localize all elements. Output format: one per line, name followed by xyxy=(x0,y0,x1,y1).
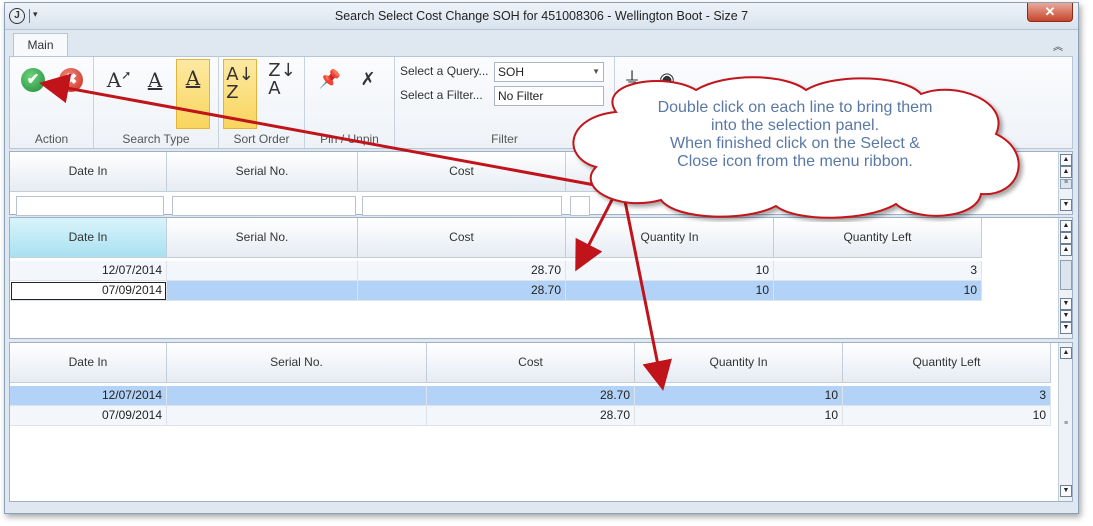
scroll-up-icon[interactable]: ▲ xyxy=(1060,166,1072,178)
font-arrow-right-icon: A➚ xyxy=(106,68,132,92)
unpin-icon: ✗ xyxy=(360,69,376,90)
cell-cost[interactable]: 28.70 xyxy=(358,281,566,301)
search-filter-cost[interactable] xyxy=(362,196,562,216)
search-grid-scrollbar[interactable]: ▲ ▲ ≡ ▼ xyxy=(1058,152,1072,214)
cell-cost[interactable]: 28.70 xyxy=(427,406,635,426)
close-icon: ✖ xyxy=(59,68,83,92)
window-close-button[interactable]: ✕ xyxy=(1027,3,1073,22)
font-underline-icon: A xyxy=(147,68,163,92)
scroll-bottom-icon[interactable]: ▼ xyxy=(1060,322,1072,334)
group-label-sort-order: Sort Order xyxy=(233,132,290,146)
cell-quantity-in[interactable]: 10 xyxy=(566,261,774,281)
cell-quantity-in[interactable]: 10 xyxy=(635,406,843,426)
scroll-thumb[interactable]: ≡ xyxy=(1060,179,1072,189)
scroll-page-up-icon[interactable]: ▲ xyxy=(1060,232,1072,244)
checkmark-icon: ✔ xyxy=(21,68,45,92)
cell-serial-no[interactable] xyxy=(167,386,427,406)
ribbon-group-search-type: A➚ A A Search Type xyxy=(94,57,219,148)
scroll-thumb[interactable]: ≡ xyxy=(1060,420,1072,429)
title-bar: J ▾ Search Select Cost Change SOH for 45… xyxy=(5,3,1078,30)
cell-quantity-left[interactable]: 10 xyxy=(774,281,982,301)
results-col-quantity-in[interactable]: Quantity In xyxy=(566,218,774,258)
pin-icon: 📌 xyxy=(318,69,342,90)
results-grid-scrollbar[interactable]: ▲ ▲ ▲ ▼ ▼ ▼ xyxy=(1058,218,1072,338)
unpin-button[interactable]: ✗ xyxy=(351,61,385,99)
results-grid: Date In Serial No. Cost Quantity In Quan… xyxy=(9,217,1073,339)
cell-cost[interactable]: 28.70 xyxy=(358,261,566,281)
scroll-page-down-icon[interactable]: ▼ xyxy=(1060,310,1072,322)
cell-date-in[interactable]: 07/09/2014 xyxy=(10,281,167,301)
selection-col-cost[interactable]: Cost xyxy=(427,343,635,383)
query-label: Select a Query... xyxy=(400,64,489,78)
search-col-serial-no[interactable]: Serial No. xyxy=(167,152,358,192)
sort-descending-button[interactable]: Z↓ A xyxy=(265,61,299,99)
cell-quantity-in[interactable]: 10 xyxy=(566,281,774,301)
scroll-top-icon[interactable]: ▲ xyxy=(1060,154,1072,166)
search-type-exact-button[interactable]: A xyxy=(176,59,210,129)
search-col-date-in[interactable]: Date In xyxy=(10,152,167,192)
scroll-down-icon[interactable]: ▼ xyxy=(1060,298,1072,310)
sort-ascending-button[interactable]: A↓ Z xyxy=(223,59,257,129)
group-label-pin-unpin: Pin / Unpin xyxy=(320,132,379,146)
cell-cost[interactable]: 28.70 xyxy=(427,386,635,406)
selection-col-quantity-left[interactable]: Quantity Left xyxy=(843,343,1051,383)
query-select-value: SOH xyxy=(498,65,525,79)
cell-serial-no[interactable] xyxy=(167,281,358,301)
selection-col-date-in[interactable]: Date In xyxy=(10,343,167,383)
instruction-line-2: into the selection panel. xyxy=(710,117,880,134)
cell-quantity-left[interactable]: 10 xyxy=(843,406,1051,426)
selection-grid: Date In Serial No. Cost Quantity In Quan… xyxy=(9,342,1073,502)
group-label-action: Action xyxy=(34,132,69,146)
group-label-search-type: Search Type xyxy=(122,132,190,146)
select-close-button[interactable]: ✔ xyxy=(16,61,50,99)
sort-az-icon: A↓ Z xyxy=(226,64,254,103)
scroll-down-icon[interactable]: ▼ xyxy=(1060,199,1072,211)
tab-main[interactable]: Main xyxy=(13,33,68,57)
sort-za-icon: Z↓ A xyxy=(268,60,296,99)
filter-select-value: No Filter xyxy=(498,89,544,103)
instruction-text: Double click on each line to bring them … xyxy=(590,99,1000,171)
results-col-cost[interactable]: Cost xyxy=(358,218,566,258)
scroll-down-icon[interactable]: ▼ xyxy=(1060,485,1072,497)
ribbon-collapse-icon[interactable]: ︽ xyxy=(1053,38,1063,53)
window-title: Search Select Cost Change SOH for 451008… xyxy=(334,9,749,23)
cell-quantity-left[interactable]: 3 xyxy=(843,386,1051,406)
search-col-cost[interactable]: Cost xyxy=(358,152,566,192)
ribbon-tab-row: Main ︽ xyxy=(5,30,1078,57)
search-filter-serial-no[interactable] xyxy=(172,196,356,216)
instruction-line-3: When finished click on the Select & xyxy=(670,135,920,152)
scroll-up-icon[interactable]: ▲ xyxy=(1060,244,1072,256)
ribbon-group-action: ✔ ✖ Action xyxy=(10,57,94,148)
results-col-date-in[interactable]: Date In xyxy=(10,218,167,258)
search-filter-date-in[interactable] xyxy=(16,196,164,216)
scroll-top-icon[interactable]: ▲ xyxy=(1060,220,1072,232)
results-col-serial-no[interactable]: Serial No. xyxy=(167,218,358,258)
ribbon-group-sort-order: A↓ Z Z↓ A Sort Order xyxy=(219,57,305,148)
cell-date-in[interactable]: 07/09/2014 xyxy=(10,406,167,426)
search-type-contains-button[interactable]: A xyxy=(138,61,172,99)
cell-serial-no[interactable] xyxy=(167,261,358,281)
font-arrows-icon: A xyxy=(185,66,201,90)
selection-grid-scrollbar[interactable]: ▲ ≡ ▼ xyxy=(1058,343,1072,501)
cell-date-in[interactable]: 12/07/2014 xyxy=(10,386,167,406)
selection-col-quantity-in[interactable]: Quantity In xyxy=(635,343,843,383)
scroll-up-icon[interactable]: ▲ xyxy=(1060,347,1072,359)
ribbon-group-pin-unpin: 📌 ✗ Pin / Unpin xyxy=(305,57,395,148)
cancel-button[interactable]: ✖ xyxy=(54,61,88,99)
cell-date-in[interactable]: 12/07/2014 xyxy=(10,261,167,281)
cell-quantity-in[interactable]: 10 xyxy=(635,386,843,406)
instruction-line-1: Double click on each line to bring them xyxy=(657,99,933,116)
scroll-thumb[interactable] xyxy=(1060,260,1072,290)
cell-serial-no[interactable] xyxy=(167,406,427,426)
filter-label: Select a Filter... xyxy=(400,88,483,102)
cell-quantity-left[interactable]: 3 xyxy=(774,261,982,281)
instruction-line-4: Close icon from the menu ribbon. xyxy=(677,153,913,170)
results-col-quantity-left[interactable]: Quantity Left xyxy=(774,218,982,258)
selection-col-serial-no[interactable]: Serial No. xyxy=(167,343,427,383)
pin-button[interactable]: 📌 xyxy=(313,61,347,99)
search-type-starts-with-button[interactable]: A➚ xyxy=(102,61,136,99)
